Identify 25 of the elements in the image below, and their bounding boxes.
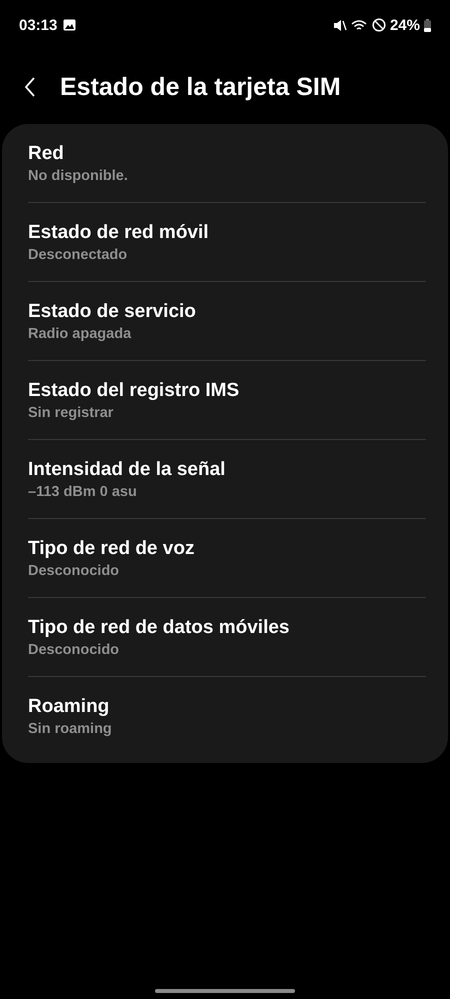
blocked-icon: [372, 18, 386, 32]
battery-icon: [424, 18, 431, 32]
item-title: Estado de servicio: [28, 300, 197, 322]
back-button[interactable]: [24, 76, 36, 98]
item-value: Radio apagada: [28, 326, 132, 342]
item-title: Estado de red móvil: [28, 222, 210, 244]
item-value: Sin roaming: [28, 720, 113, 736]
item-title: Tipo de red de voz: [28, 538, 196, 560]
page-title: Estado de la tarjeta SIM: [60, 72, 341, 102]
item-value: –113 dBm 0 asu: [28, 484, 138, 500]
item-value: Desconocido: [28, 642, 120, 658]
item-title: Intensidad de la señal: [28, 458, 226, 480]
item-title: Tipo de red de datos móviles: [28, 616, 290, 638]
item-value: Desconectado: [28, 246, 128, 262]
item-title: Red: [28, 142, 65, 164]
status-time: 03:13: [19, 16, 58, 34]
item-title: Roaming: [28, 696, 110, 718]
item-title: Estado del registro IMS: [28, 380, 240, 402]
item-value: No disponible.: [28, 168, 129, 184]
wifi-icon: [350, 18, 368, 32]
image-icon: [63, 19, 76, 31]
item-value: Sin registrar: [28, 404, 114, 420]
mute-icon: [332, 18, 347, 32]
battery-level: 24%: [390, 16, 420, 34]
item-value: Desconocido: [28, 562, 120, 578]
